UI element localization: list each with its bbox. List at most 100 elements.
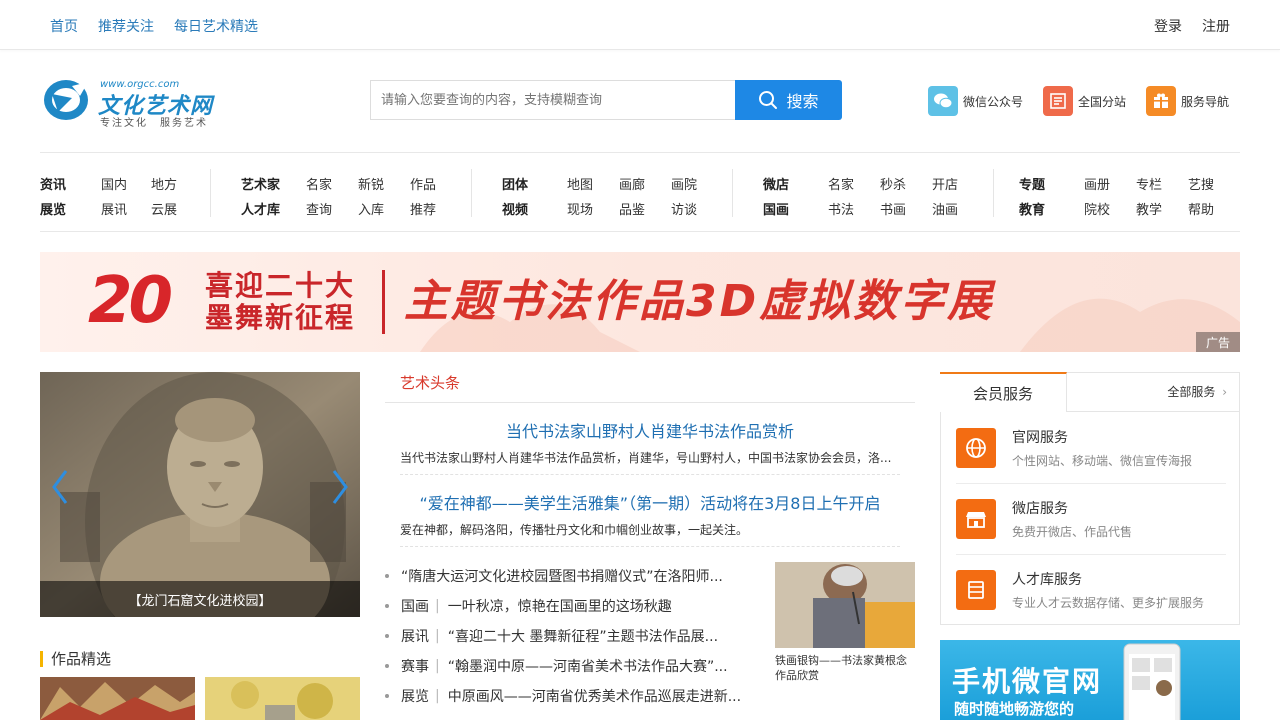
list-item[interactable]: 展讯 | “喜迎二十大 墨舞新征程”主题书法作品展... [385,625,760,647]
list-icon [1043,86,1074,116]
nav-local[interactable]: 地方 [151,174,191,193]
bullet-icon [385,634,389,638]
site-logo[interactable]: www.orgcc.com 文化艺术网 专注文化 服务艺术 [42,76,222,130]
nav-calligraphy[interactable]: 书法 [828,199,880,218]
carousel-prev-icon[interactable] [48,467,72,507]
register-link[interactable]: 注册 [1202,16,1230,36]
national-sites-link[interactable]: 全国分站 [1043,86,1126,116]
yellow-landscape-image [205,677,360,720]
nav-academy[interactable]: 画院 [671,174,711,193]
news-item-category[interactable]: 展讯 [401,626,429,646]
nav-divider [993,169,994,217]
nav-cloud-exhibit[interactable]: 云展 [151,199,191,218]
nav-talent-pool[interactable]: 人才库 [241,199,306,218]
mobile-site-ad[interactable]: 手机微官网 随时随地畅游您的 [940,640,1240,720]
news-item-separator: | [435,598,440,614]
news-photo-caption[interactable]: 铁画银钩——书法家黄根念作品欣赏 [775,653,915,683]
nav-help[interactable]: 帮助 [1188,199,1228,218]
nav-oil-painting[interactable]: 油画 [932,199,972,218]
banner-ad[interactable]: 20 喜迎二十大 墨舞新征程 主题书法作品3D虚拟数字展 广告 [40,252,1240,352]
banner-line2: 墨舞新征程 [205,301,356,334]
wechat-link[interactable]: 微信公众号 [928,86,1023,116]
login-link[interactable]: 登录 [1154,16,1182,36]
gift-icon [1146,86,1177,116]
nav-art-search[interactable]: 艺搜 [1188,174,1228,193]
talent-service-item[interactable]: 人才库服务 专业人才云数据存储、更多扩展服务 [956,555,1226,625]
nav-artists[interactable]: 艺术家 [241,174,306,193]
top-headline-2-summary: 爱在神都，解码洛阳，传播牡丹文化和巾帼创业故事，一起关注。 [400,523,749,537]
headlines-title: 艺术头条 [400,374,461,392]
list-item[interactable]: 展览 | 中原画风——河南省优秀美术作品巡展走进新... [385,685,760,707]
nav-gallery[interactable]: 画廊 [619,174,671,193]
works-title-text: 作品精选 [51,650,112,668]
section-accent-bar [40,650,43,667]
shop-service-item[interactable]: 微店服务 免费开微店、作品代售 [956,484,1226,554]
nav-topics[interactable]: 专题 [1019,174,1084,193]
search-input[interactable] [370,80,736,120]
list-item[interactable]: “隋唐大运河文化进校园暨图书捐赠仪式”在洛阳师... [385,565,760,587]
nav-live[interactable]: 现场 [567,199,619,218]
carousel-next-icon[interactable] [328,467,352,507]
nav-map[interactable]: 地图 [567,174,619,193]
list-item[interactable]: 赛事 | “翰墨润中原——河南省美术书法作品大赛”... [385,655,760,677]
nav-flash-sale[interactable]: 秒杀 [880,174,932,193]
news-item-text: 中原画风——河南省优秀美术作品巡展走进新... [447,689,742,705]
nav-painting-calligraphy[interactable]: 书画 [880,199,932,218]
service-nav-label: 服务导航 [1181,94,1230,109]
service-links: 微信公众号 全国分站 服务导航 [928,86,1229,116]
nav-columns[interactable]: 专栏 [1136,174,1188,193]
service-nav-link[interactable]: 服务导航 [1146,86,1229,116]
nav-news[interactable]: 资讯 [40,174,101,193]
nav-emerging[interactable]: 新锐 [358,174,410,193]
news-item-category[interactable]: 展览 [401,686,429,706]
nav-appreciation[interactable]: 品鉴 [619,199,671,218]
headlines-divider [385,402,915,403]
nav-domestic[interactable]: 国内 [101,174,151,193]
mobile-ad-subtitle: 随时随地畅游您的 [954,700,1075,718]
nav-chinese-painting[interactable]: 国画 [763,199,828,218]
auth-links: 登录 注册 [1154,16,1230,36]
top-nav-recommend[interactable]: 推荐关注 [98,16,154,36]
globe-icon [956,428,996,468]
nav-exhibit-news[interactable]: 展讯 [101,199,151,218]
all-services-link[interactable]: 全部服务 › [1167,383,1227,400]
list-item[interactable]: 国画 | 一叶秋凉，惊艳在国画里的这场秋趣 [385,595,760,617]
banner-slogan: 喜迎二十大 墨舞新征程 [205,270,355,334]
nav-teaching[interactable]: 教学 [1136,199,1188,218]
nav-open-shop[interactable]: 开店 [932,174,972,193]
news-item-category[interactable]: 赛事 [401,656,429,676]
work-thumbnail[interactable] [40,677,195,720]
top-nav-daily-art[interactable]: 每日艺术精选 [174,16,258,36]
news-item-separator: | [435,688,440,704]
nav-schools[interactable]: 院校 [1084,199,1136,218]
nav-query[interactable]: 查询 [306,199,358,218]
store-icon [956,499,996,539]
news-item-text: “翰墨润中原——河南省美术书法作品大赛”... [447,659,728,675]
nav-group-shop: 微店 名家 秒杀 开店 国画 书法 书画 油画 [763,171,972,221]
nav-interview[interactable]: 访谈 [671,199,711,218]
tab-member-services[interactable]: 会员服务 [940,372,1067,412]
nav-exhibition[interactable]: 展览 [40,199,101,218]
category-nav: 资讯 国内 地方 展览 展讯 云展 艺术家 名家 新锐 作品 人才库 查询 入库… [40,152,1240,232]
nav-works[interactable]: 作品 [410,174,450,193]
nav-micro-shop[interactable]: 微店 [763,174,828,193]
top-headline-2[interactable]: “爱在神都——美学生活雅集”（第一期）活动将在3月8日上午开启 [385,490,915,514]
news-photo[interactable] [775,562,915,648]
nav-masters[interactable]: 名家 [306,174,358,193]
nav-shop-masters[interactable]: 名家 [828,174,880,193]
nav-recommend[interactable]: 推荐 [410,199,450,218]
work-thumbnail[interactable] [205,677,360,720]
calligrapher-photo-image [775,562,915,648]
news-item-category[interactable]: 国画 [401,596,429,616]
top-nav-home[interactable]: 首页 [50,16,78,36]
website-service-item[interactable]: 官网服务 个性网站、移动端、微信宣传海报 [956,413,1226,483]
nav-education[interactable]: 教育 [1019,199,1084,218]
nav-groups[interactable]: 团体 [502,174,567,193]
nav-albums[interactable]: 画册 [1084,174,1136,193]
search-icon [759,91,778,109]
top-headline-1[interactable]: 当代书法家山野村人肖建华书法作品赏析 [385,418,915,442]
nav-join[interactable]: 入库 [358,199,410,218]
search-button[interactable]: 搜索 [735,80,842,120]
nav-video[interactable]: 视频 [502,199,567,218]
image-carousel[interactable]: 【龙门石窟文化进校园】 [40,372,360,617]
